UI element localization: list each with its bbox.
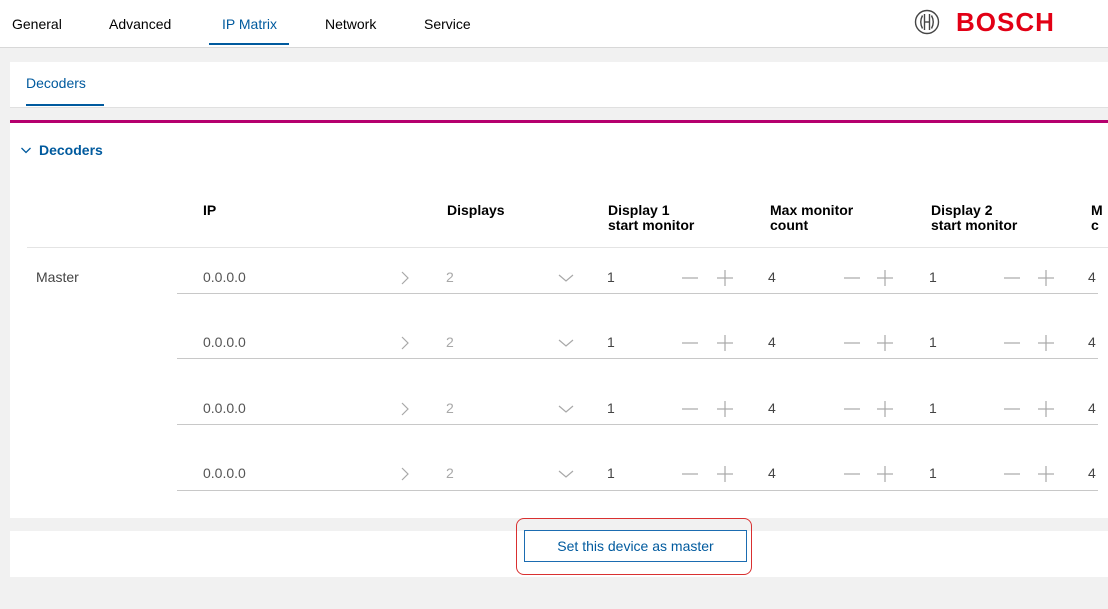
minus-icon[interactable] — [681, 269, 699, 287]
tab-advanced[interactable]: Advanced — [109, 16, 171, 32]
max-monitor-count-value: 4 — [768, 400, 776, 416]
subtab-decoders[interactable]: Decoders — [26, 75, 86, 91]
plus-icon[interactable] — [876, 400, 894, 418]
plus-icon[interactable] — [876, 334, 894, 352]
chevron-down-icon[interactable] — [557, 269, 575, 287]
ip-value: 0.0.0.0 — [203, 465, 246, 481]
ip-value: 0.0.0.0 — [203, 269, 246, 285]
display2-start-value: 1 — [929, 465, 937, 481]
minus-icon[interactable] — [1003, 465, 1021, 483]
plus-icon[interactable] — [716, 269, 734, 287]
display1-start-value: 1 — [607, 400, 615, 416]
chevron-right-icon[interactable] — [396, 465, 414, 483]
row-divider — [177, 358, 1098, 359]
next-column-value: 4 — [1088, 465, 1096, 481]
plus-icon[interactable] — [1037, 465, 1055, 483]
next-column-value: 4 — [1088, 334, 1096, 350]
plus-icon[interactable] — [1037, 334, 1055, 352]
chevron-right-icon[interactable] — [396, 334, 414, 352]
chevron-down-icon[interactable] — [557, 465, 575, 483]
tab-general[interactable]: General — [12, 16, 62, 32]
row-divider — [177, 424, 1098, 425]
minus-icon[interactable] — [681, 334, 699, 352]
next-column-value: 4 — [1088, 269, 1096, 285]
row-divider — [177, 293, 1098, 294]
column-header-max-monitor-count: Max monitor count — [770, 202, 854, 233]
display2-start-value: 1 — [929, 269, 937, 285]
active-tab-indicator — [209, 43, 289, 45]
row-label: Master — [36, 269, 79, 285]
bosch-wordmark: BOSCH — [956, 7, 1055, 37]
column-header-display1-start: Display 1 start monitor — [608, 202, 695, 233]
display1-start-value: 1 — [607, 334, 615, 350]
minus-icon[interactable] — [681, 400, 699, 418]
tab-service[interactable]: Service — [424, 16, 471, 32]
display2-start-value: 1 — [929, 334, 937, 350]
sub-navigation: Decoders — [10, 62, 1108, 108]
column-header-displays: Displays — [447, 202, 505, 218]
bosch-logo: BOSCH — [914, 9, 1055, 35]
decoders-section-toggle[interactable]: Decoders — [20, 142, 103, 158]
plus-icon[interactable] — [1037, 269, 1055, 287]
display1-start-value: 1 — [607, 465, 615, 481]
decoders-panel: Decoders IP Displays Display 1 start moni… — [10, 120, 1108, 518]
column-header-next: Mc — [1091, 202, 1103, 233]
top-navigation: General Advanced IP Matrix Network Servi… — [0, 0, 1108, 48]
display1-start-value: 1 — [607, 269, 615, 285]
max-monitor-count-value: 4 — [768, 269, 776, 285]
chevron-down-icon[interactable] — [557, 334, 575, 352]
displays-value: 2 — [446, 465, 454, 481]
plus-icon[interactable] — [716, 400, 734, 418]
max-monitor-count-value: 4 — [768, 465, 776, 481]
plus-icon[interactable] — [716, 465, 734, 483]
plus-icon[interactable] — [1037, 400, 1055, 418]
chevron-right-icon[interactable] — [396, 400, 414, 418]
chevron-down-icon[interactable] — [557, 400, 575, 418]
bosch-armature-icon — [914, 9, 940, 35]
plus-icon[interactable] — [716, 334, 734, 352]
column-header-ip: IP — [203, 202, 217, 218]
next-column-value: 4 — [1088, 400, 1096, 416]
displays-value: 2 — [446, 400, 454, 416]
displays-value: 2 — [446, 334, 454, 350]
minus-icon[interactable] — [843, 400, 861, 418]
chevron-down-icon — [21, 147, 31, 154]
max-monitor-count-value: 4 — [768, 334, 776, 350]
minus-icon[interactable] — [843, 465, 861, 483]
header-divider — [27, 247, 1108, 248]
set-as-master-button[interactable]: Set this device as master — [524, 530, 747, 562]
minus-icon[interactable] — [843, 334, 861, 352]
plus-icon[interactable] — [876, 269, 894, 287]
minus-icon[interactable] — [681, 465, 699, 483]
chevron-right-icon[interactable] — [396, 269, 414, 287]
tab-network[interactable]: Network — [325, 16, 376, 32]
tab-ip-matrix[interactable]: IP Matrix — [222, 16, 277, 32]
column-header-display2-start: Display 2 start monitor — [931, 202, 1018, 233]
minus-icon[interactable] — [1003, 334, 1021, 352]
active-subtab-indicator — [26, 104, 104, 106]
minus-icon[interactable] — [843, 269, 861, 287]
display2-start-value: 1 — [929, 400, 937, 416]
displays-value: 2 — [446, 269, 454, 285]
section-title: Decoders — [39, 142, 103, 158]
plus-icon[interactable] — [876, 465, 894, 483]
ip-value: 0.0.0.0 — [203, 400, 246, 416]
minus-icon[interactable] — [1003, 400, 1021, 418]
ip-value: 0.0.0.0 — [203, 334, 246, 350]
row-divider — [177, 490, 1098, 491]
minus-icon[interactable] — [1003, 269, 1021, 287]
